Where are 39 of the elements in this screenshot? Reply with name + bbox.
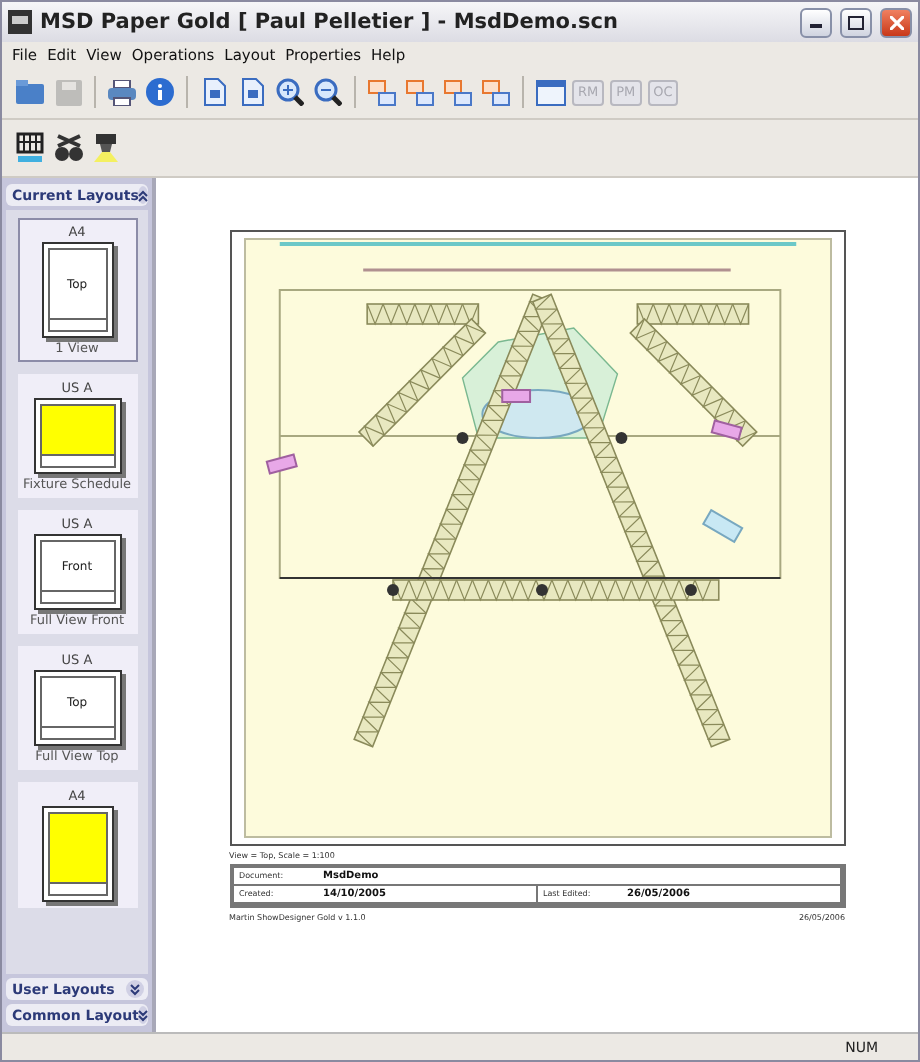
overlapping-squares-icon xyxy=(444,79,472,105)
light-fixture-drawing xyxy=(614,432,627,444)
overlapping-squares-icon xyxy=(482,79,510,105)
page-icon xyxy=(203,78,225,106)
page-thumbnail xyxy=(41,806,113,902)
folder-icon xyxy=(16,80,44,104)
truss-icon xyxy=(16,132,44,164)
printer-icon xyxy=(108,79,136,105)
zoom-in-icon xyxy=(276,78,304,106)
light-fixture-drawing xyxy=(535,584,547,596)
page-icon xyxy=(241,78,263,106)
window-title: MSD Paper Gold [ Paul Pelletier ] - MsdDemo.scn xyxy=(40,10,620,34)
fixtures-icon xyxy=(53,132,83,164)
window-icon xyxy=(535,79,565,105)
toolbar-button[interactable] xyxy=(274,76,306,108)
minimize-button[interactable] xyxy=(800,7,832,37)
light-fixture-drawing xyxy=(455,432,468,444)
expand-icon xyxy=(126,980,144,998)
overlapping-squares-icon xyxy=(406,79,434,105)
overlapping-squares-icon xyxy=(368,79,396,105)
close-button[interactable] xyxy=(880,7,912,37)
maximize-button[interactable] xyxy=(840,7,872,37)
toolbar-button[interactable] xyxy=(52,132,84,164)
toolbar-button[interactable] xyxy=(14,132,46,164)
light-fixture-drawing xyxy=(684,584,696,596)
info-icon xyxy=(146,78,174,106)
app-icon xyxy=(8,10,32,34)
close-icon xyxy=(889,15,903,29)
zoom-out-icon xyxy=(314,78,342,106)
page-thumbnail xyxy=(33,398,121,474)
amplifier-drawing xyxy=(500,389,531,403)
amplifier-drawing xyxy=(264,453,297,475)
spotlight-icon xyxy=(92,132,120,164)
light-fixture-drawing xyxy=(386,584,398,596)
amplifier-drawing xyxy=(709,419,742,441)
toolbar-button[interactable] xyxy=(312,76,344,108)
toolbar-button[interactable] xyxy=(90,132,122,164)
maximize-icon xyxy=(848,15,864,29)
toolbar-button[interactable] xyxy=(106,76,138,108)
